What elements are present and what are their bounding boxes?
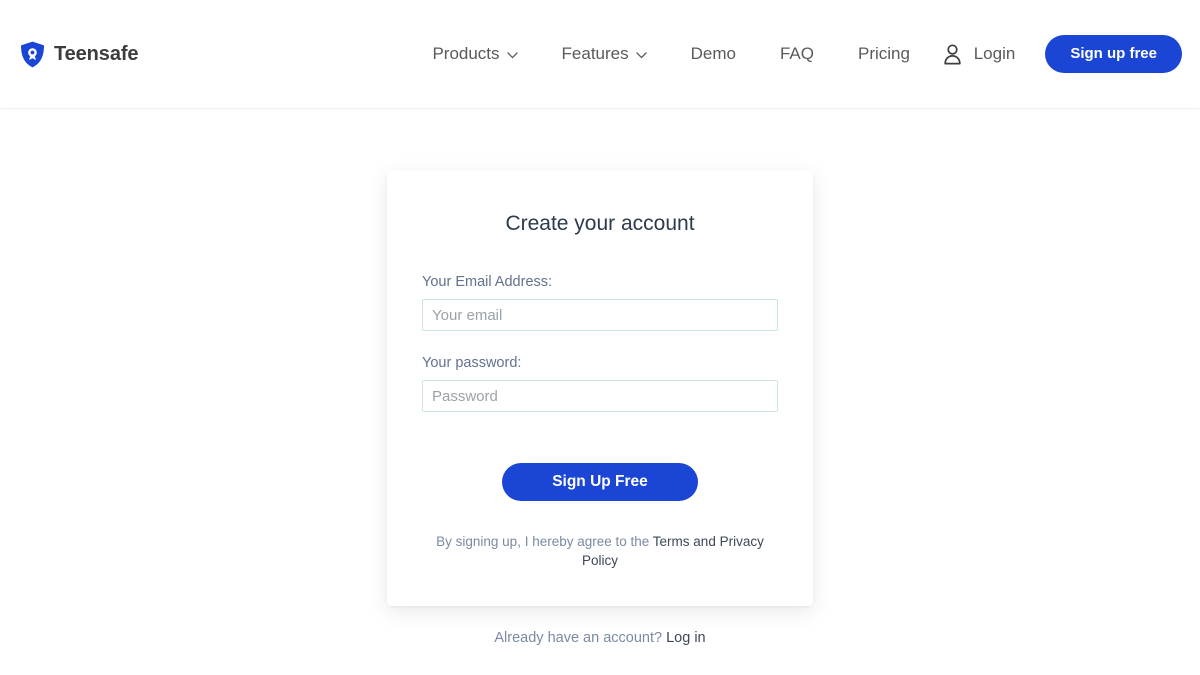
email-field-label: Your Email Address: bbox=[422, 274, 553, 290]
chevron-down-icon bbox=[506, 44, 518, 64]
nav-item-pricing[interactable]: Pricing bbox=[836, 36, 932, 72]
nav-item-label: Demo bbox=[690, 44, 736, 63]
user-icon bbox=[943, 43, 962, 65]
main-navigation: Products Features Demo FAQ Pricing bbox=[410, 36, 932, 72]
page-title: Create your account bbox=[505, 212, 695, 235]
password-field-group: Your password: bbox=[422, 355, 778, 412]
password-input[interactable] bbox=[422, 380, 778, 412]
nav-item-products[interactable]: Products bbox=[410, 36, 539, 72]
terms-prefix: By signing up, I hereby agree to the bbox=[436, 534, 653, 549]
terms-agreement-text: By signing up, I hereby agree to the Ter… bbox=[422, 532, 778, 570]
password-field-label: Your password: bbox=[422, 355, 522, 371]
email-input[interactable] bbox=[422, 299, 778, 331]
brand-name: Teensafe bbox=[54, 42, 139, 65]
nav-item-label: Pricing bbox=[858, 44, 910, 63]
sign-up-free-submit-button[interactable]: Sign Up Free bbox=[502, 463, 698, 501]
site-header: Teensafe Products Features Demo FAQ Pric… bbox=[0, 0, 1200, 108]
brand-logo[interactable]: Teensafe bbox=[20, 41, 139, 68]
login-link[interactable]: Login bbox=[933, 38, 1026, 71]
existing-account-prompt: Already have an account? Log in bbox=[494, 630, 705, 646]
nav-item-label: FAQ bbox=[779, 44, 814, 63]
header-actions: Login Sign up free bbox=[933, 35, 1182, 73]
signup-free-button[interactable]: Sign up free bbox=[1045, 35, 1182, 73]
existing-account-text: Already have an account? bbox=[494, 630, 667, 646]
shield-icon bbox=[20, 41, 45, 68]
nav-item-faq[interactable]: FAQ bbox=[758, 36, 836, 72]
log-in-link[interactable]: Log in bbox=[666, 630, 706, 646]
nav-item-label: Products bbox=[432, 44, 500, 63]
nav-item-label: Features bbox=[561, 44, 629, 63]
submit-row: Sign Up Free bbox=[422, 463, 778, 501]
nav-item-demo[interactable]: Demo bbox=[669, 36, 758, 72]
nav-item-features[interactable]: Features bbox=[540, 36, 669, 72]
page-content: Create your account Your Email Address: … bbox=[0, 108, 1200, 675]
email-field-group: Your Email Address: bbox=[422, 274, 778, 331]
login-label: Login bbox=[973, 44, 1016, 63]
chevron-down-icon bbox=[635, 44, 647, 64]
signup-card: Create your account Your Email Address: … bbox=[387, 170, 813, 606]
